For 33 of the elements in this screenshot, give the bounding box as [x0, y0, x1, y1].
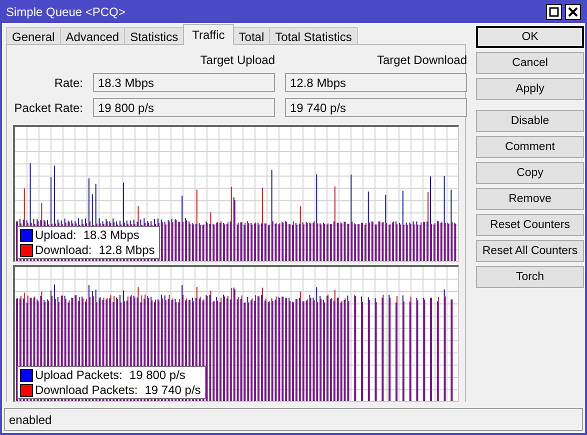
- dialog-button[interactable]: Apply: [476, 78, 584, 100]
- legend-label: Upload Packets:: [35, 368, 122, 382]
- dialog-button[interactable]: Comment: [476, 136, 584, 158]
- column-header: Target Upload: [199, 52, 275, 68]
- dialog-button[interactable]: OK: [476, 26, 584, 48]
- legend-value: 19 800 p/s: [129, 368, 186, 382]
- legend-value: 18.3 Mbps: [83, 228, 140, 242]
- dialog-button[interactable]: Reset All Counters: [476, 240, 584, 262]
- dialog-button[interactable]: Disable: [476, 110, 584, 132]
- value-field[interactable]: 19 740 p/s: [285, 98, 467, 118]
- field-label: Packet Rate:: [13, 100, 83, 115]
- value-field[interactable]: 19 800 p/s: [93, 98, 275, 118]
- column-header: Target Download: [376, 52, 467, 68]
- legend-label: Download:: [35, 243, 92, 258]
- legend-label: Download Packets:: [35, 383, 138, 398]
- value-field[interactable]: 18.3 Mbps: [93, 73, 275, 92]
- dialog-button[interactable]: Reset Counters: [476, 214, 584, 236]
- legend-value: 19 740 p/s: [144, 383, 201, 398]
- tab[interactable]: General: [6, 27, 61, 46]
- legend-label: Upload:: [35, 228, 76, 242]
- dialog-button[interactable]: Copy: [476, 162, 584, 184]
- window-title: Simple Queue <PCQ>: [6, 4, 126, 19]
- dialog-button[interactable]: Torch: [476, 266, 584, 288]
- dialog-button[interactable]: Remove: [476, 188, 584, 210]
- dialog-button[interactable]: Cancel: [476, 52, 584, 74]
- tab[interactable]: Advanced: [60, 27, 126, 46]
- tab[interactable]: Statistics: [124, 27, 184, 46]
- legend-value: 12.8 Mbps: [98, 243, 155, 258]
- tab[interactable]: Total Statistics: [269, 27, 358, 46]
- field-label: Rate:: [53, 76, 83, 90]
- value-field[interactable]: 12.8 Mbps: [285, 73, 467, 92]
- status-bar: enabled: [4, 408, 583, 431]
- tab[interactable]: Traffic: [183, 24, 234, 46]
